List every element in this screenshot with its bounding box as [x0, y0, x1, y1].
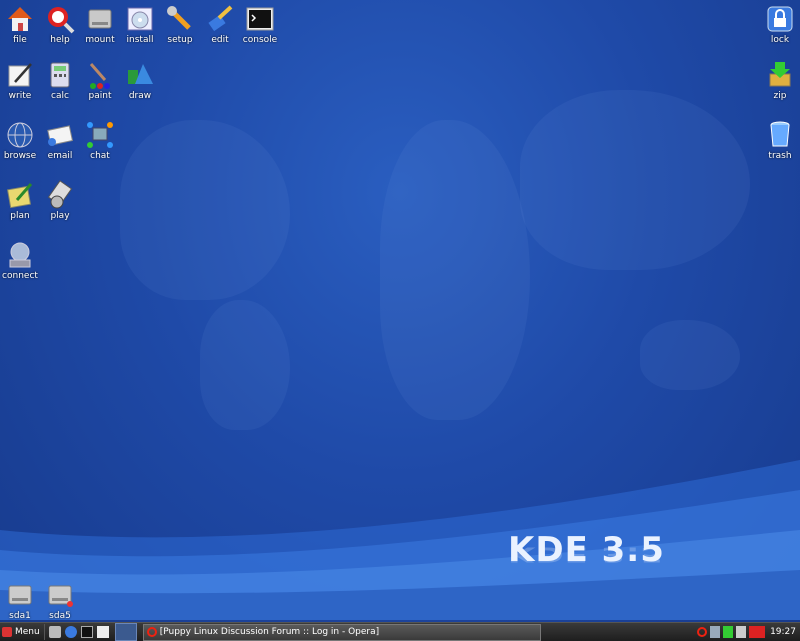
home-icon [8, 7, 32, 31]
planner-icon [7, 183, 33, 209]
desktop-icon-label: paint [88, 91, 112, 101]
network-tray-icon[interactable] [710, 626, 721, 638]
desktop-icon-label: zip [773, 91, 787, 101]
desktop-icon-label: help [50, 35, 70, 45]
desktop-icon-edit[interactable]: edit [200, 4, 240, 45]
globe-icon [7, 122, 33, 148]
start-menu-button[interactable]: Menu [0, 624, 45, 640]
desktop-icon-label: sda5 [49, 611, 71, 621]
desktop-icon-plan[interactable]: plan [0, 180, 40, 221]
opera-tray-icon[interactable] [697, 627, 708, 637]
map-continent-america [120, 120, 290, 300]
quick-launch [45, 626, 113, 638]
calculator-icon [50, 62, 70, 88]
cpu-monitor-icon[interactable] [749, 626, 766, 638]
browser-globe-icon[interactable] [64, 626, 77, 638]
map-continent-south-america [200, 300, 290, 430]
desktop-icon-calc[interactable]: calc [40, 60, 80, 101]
map-continent-australia [640, 320, 740, 390]
desktop-icon-label: install [126, 35, 154, 45]
file-manager-icon[interactable] [48, 626, 61, 638]
desktop-icon-label: sda1 [9, 611, 31, 621]
hard-drive-icon [8, 585, 32, 605]
desktop-icon-email[interactable]: email [40, 120, 80, 161]
envelope-icon [47, 125, 74, 146]
system-tray: 19:27 [697, 626, 800, 638]
wrench-icon [167, 6, 191, 30]
network-chat-icon [87, 122, 113, 148]
map-continent-asia [520, 90, 750, 270]
desktop-icon-file[interactable]: file [0, 4, 40, 45]
desktop-icon-connect[interactable]: connect [0, 240, 40, 281]
desktop-icon-browse[interactable]: browse [0, 120, 40, 161]
desktop-icon-sda1[interactable]: sda1 [0, 580, 40, 621]
taskbar-window-button[interactable]: [Puppy Linux Discussion Forum :: Log in … [142, 623, 541, 641]
clock[interactable]: 19:27 [768, 627, 798, 637]
desktop-icon-draw[interactable]: draw [120, 60, 160, 101]
archive-icon [769, 62, 791, 87]
desktop-icon-console[interactable]: console [240, 4, 280, 45]
desktop-icon-trash[interactable]: trash [760, 120, 800, 161]
desktop-icon-mount[interactable]: mount [80, 4, 120, 45]
help-magnifier-icon [48, 7, 75, 34]
desktop-icon-label: connect [2, 271, 38, 281]
desktop-icon-label: draw [128, 91, 152, 101]
connect-network-icon [9, 242, 31, 268]
desktop-icon-label: plan [10, 211, 30, 221]
desktop-icon-lock[interactable]: lock [760, 4, 800, 45]
kde-logo-reflection: KDE 3.5 [508, 542, 665, 566]
terminal-icon[interactable] [80, 626, 93, 638]
desktop-icon-chat[interactable]: chat [80, 120, 120, 161]
window-icon[interactable] [96, 626, 109, 638]
terminal-icon [246, 7, 274, 31]
taskbar: Menu [Puppy Linux Discussion Forum :: Lo… [0, 622, 800, 641]
desktop-icon-install[interactable]: install [120, 4, 160, 45]
desktop-icon-help[interactable]: help [40, 4, 80, 45]
background-waves [0, 420, 800, 620]
map-continent-europe-africa [380, 120, 530, 420]
desktop-icon-label: mount [85, 35, 115, 45]
desktop-icon-label: calc [51, 91, 69, 101]
drive-icon [88, 9, 112, 29]
menu-label: Menu [15, 627, 40, 637]
padlock-icon [767, 6, 793, 32]
desktop-icon-zip[interactable]: zip [760, 60, 800, 101]
desktop-icon-label: file [13, 35, 27, 45]
hard-drive-icon [48, 585, 73, 607]
menu-icon [2, 627, 12, 637]
volume-tray-icon[interactable] [736, 626, 747, 638]
trash-icon [770, 121, 790, 147]
desktop-icon-sda5[interactable]: sda5 [40, 580, 80, 621]
desktop-icon-label: console [242, 35, 278, 45]
desktop-icon-label: write [8, 91, 32, 101]
desktop-icon-write[interactable]: write [0, 60, 40, 101]
desktop-icon-label: edit [211, 35, 229, 45]
write-pen-icon [8, 63, 32, 87]
desktop-icon-label: chat [90, 151, 110, 161]
opera-icon [146, 627, 157, 637]
desktop-icon-label: play [50, 211, 70, 221]
desktop-icon-label: trash [768, 151, 792, 161]
desktop-icon-label: browse [3, 151, 37, 161]
draw-shapes-icon [128, 64, 153, 84]
battery-tray-icon[interactable] [723, 626, 734, 638]
desktop-icon-label: email [47, 151, 73, 161]
install-cd-icon [127, 7, 153, 31]
desktop-icon-label: setup [167, 35, 193, 45]
taskbar-window-title: [Puppy Linux Discussion Forum :: Log in … [159, 627, 380, 637]
desktop-pager[interactable] [114, 623, 137, 641]
paint-brush-icon [89, 63, 110, 89]
media-player-icon [47, 180, 73, 209]
desktop-icon-label: lock [770, 35, 790, 45]
brush-icon [208, 5, 233, 32]
desktop-icon-paint[interactable]: paint [80, 60, 120, 101]
desktop-icon-setup[interactable]: setup [160, 4, 200, 45]
desktop-icon-play[interactable]: play [40, 180, 80, 221]
